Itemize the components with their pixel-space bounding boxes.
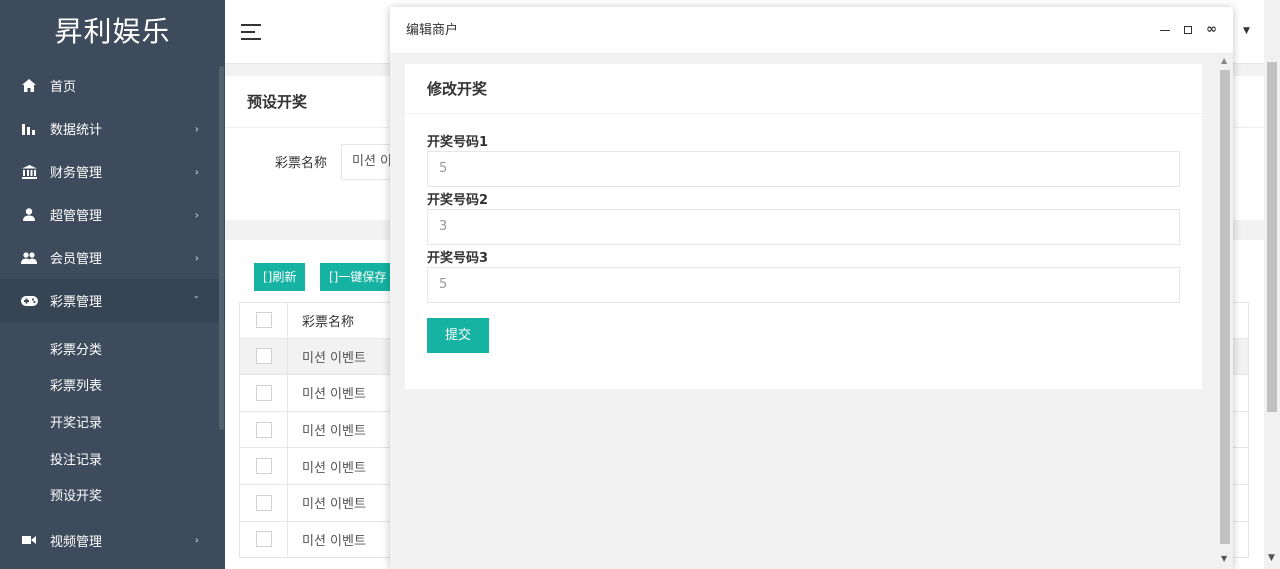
row-checkbox[interactable] xyxy=(255,458,272,475)
page-scrollbar[interactable]: ▼ xyxy=(1264,0,1280,569)
sidebar-item-label: 首页 xyxy=(50,80,77,95)
submenu-item-preset-draw[interactable]: 预设开奖 xyxy=(0,476,225,513)
draw-number-2-input[interactable]: 3 xyxy=(427,209,1180,245)
dialog-window-controls: ∞ xyxy=(1160,22,1217,37)
sidebar-item-home[interactable]: 首页 xyxy=(0,64,225,107)
cell-lottery-name: 미션 이벤트 xyxy=(302,460,366,476)
scroll-down-arrow-icon[interactable]: ▼ xyxy=(1221,554,1227,563)
chevron-right-icon: › xyxy=(194,533,199,547)
sidebar-scrollbar[interactable] xyxy=(219,66,224,430)
edit-draw-form: 修改开奖 开奖号码1 5 开奖号码2 3 开奖号码3 5 提交 xyxy=(405,64,1202,389)
dialog-scrollbar[interactable]: ▲ ▼ xyxy=(1216,54,1233,569)
minimize-icon[interactable] xyxy=(1160,30,1171,31)
menu-toggle-icon[interactable] xyxy=(241,24,261,40)
submenu-item-bet-records[interactable]: 投注记录 xyxy=(0,440,225,477)
submit-button[interactable]: 提交 xyxy=(427,318,489,353)
form-title: 修改开奖 xyxy=(405,64,1202,114)
chevron-right-icon: › xyxy=(194,165,199,178)
submenu-item-draw-records[interactable]: 开奖记录 xyxy=(0,403,225,440)
row-checkbox[interactable] xyxy=(255,494,272,511)
cell-lottery-name: 미션 이벤트 xyxy=(302,424,366,440)
page-scrollbar-thumb[interactable] xyxy=(1267,62,1277,412)
bar-chart-icon xyxy=(20,122,38,135)
draw-number-3-input[interactable]: 5 xyxy=(427,267,1180,303)
sidebar-item-label: 视频管理 xyxy=(50,534,103,550)
draw-number-2-label: 开奖号码2 xyxy=(427,193,489,208)
sidebar-item-super-admin[interactable]: 超管管理 › xyxy=(0,193,225,236)
row-checkbox[interactable] xyxy=(255,421,272,438)
chevron-right-icon: › xyxy=(194,251,199,264)
row-checkbox[interactable] xyxy=(255,531,272,548)
draw-number-1-label: 开奖号码1 xyxy=(427,135,489,150)
column-header-lottery-name: 彩票名称 xyxy=(302,314,355,330)
cell-lottery-name: 미션 이벤트 xyxy=(302,350,366,366)
lottery-submenu: 彩票分类 彩票列表 开奖记录 投注记录 预设开奖 xyxy=(0,322,225,513)
users-icon xyxy=(20,251,38,264)
gamepad-icon xyxy=(20,295,38,306)
sidebar-item-label: 会员管理 xyxy=(50,252,103,267)
sidebar-item-data-stats[interactable]: 数据统计 › xyxy=(0,107,225,150)
submenu-item-lottery-category[interactable]: 彩票分类 xyxy=(0,330,225,367)
caret-down-icon[interactable]: ▼ xyxy=(1243,26,1250,36)
dialog-title: 编辑商户 xyxy=(390,7,1233,54)
sidebar-item-label: 超管管理 xyxy=(50,209,103,224)
sidebar-item-finance[interactable]: 财务管理 › xyxy=(0,150,225,193)
close-icon[interactable]: ∞ xyxy=(1206,22,1217,37)
sidebar-item-label: 财务管理 xyxy=(50,166,103,181)
filter-label: 彩票名称 xyxy=(275,156,328,171)
submenu-item-lottery-list[interactable]: 彩票列表 xyxy=(0,367,225,404)
scroll-up-arrow-icon[interactable]: ▲ xyxy=(1221,56,1227,65)
cell-lottery-name: 미션 이벤트 xyxy=(302,387,366,403)
refresh-icon: [] xyxy=(263,270,273,284)
home-icon xyxy=(20,79,38,92)
cell-lottery-name: 미션 이벤트 xyxy=(302,497,366,513)
save-icon: [] xyxy=(329,270,339,284)
draw-number-3-label: 开奖号码3 xyxy=(427,251,489,266)
video-icon xyxy=(20,535,38,545)
maximize-icon[interactable] xyxy=(1184,25,1193,34)
bank-icon xyxy=(20,164,38,179)
sidebar-item-members[interactable]: 会员管理 › xyxy=(0,236,225,279)
chevron-right-icon: › xyxy=(194,122,199,135)
chevron-right-icon: › xyxy=(194,208,199,221)
sidebar-item-video[interactable]: 视频管理 › xyxy=(0,519,225,562)
user-icon xyxy=(20,208,38,221)
scroll-down-arrow-icon[interactable]: ▼ xyxy=(1268,553,1275,563)
refresh-button[interactable]: []刷新 xyxy=(254,263,306,291)
row-checkbox[interactable] xyxy=(255,348,272,365)
row-checkbox[interactable] xyxy=(255,384,272,401)
dialog-body: 修改开奖 开奖号码1 5 开奖号码2 3 开奖号码3 5 提交 ▲ ▼ xyxy=(390,54,1233,569)
sidebar: 昇利娱乐 首页 数据统计 › 财务管理 › 超管管理 › 会员管理 › 彩票管理… xyxy=(0,0,225,569)
dialog-scrollbar-thumb[interactable] xyxy=(1220,70,1230,544)
sidebar-item-lottery[interactable]: 彩票管理 ˇ xyxy=(0,279,225,322)
edit-merchant-dialog: 编辑商户 ∞ 修改开奖 开奖号码1 5 开奖号码2 3 开奖号码3 5 提交 ▲… xyxy=(390,7,1233,569)
app-logo: 昇利娱乐 xyxy=(54,15,171,48)
draw-number-1-input[interactable]: 5 xyxy=(427,151,1180,187)
sidebar-item-label: 彩票管理 xyxy=(50,295,103,310)
cell-lottery-name: 미션 이벤트 xyxy=(302,533,366,549)
chevron-down-icon: ˇ xyxy=(193,294,200,307)
select-all-checkbox[interactable] xyxy=(255,312,272,329)
sidebar-item-label: 数据统计 xyxy=(50,123,103,138)
save-all-button[interactable]: []一键保存 xyxy=(320,263,396,291)
